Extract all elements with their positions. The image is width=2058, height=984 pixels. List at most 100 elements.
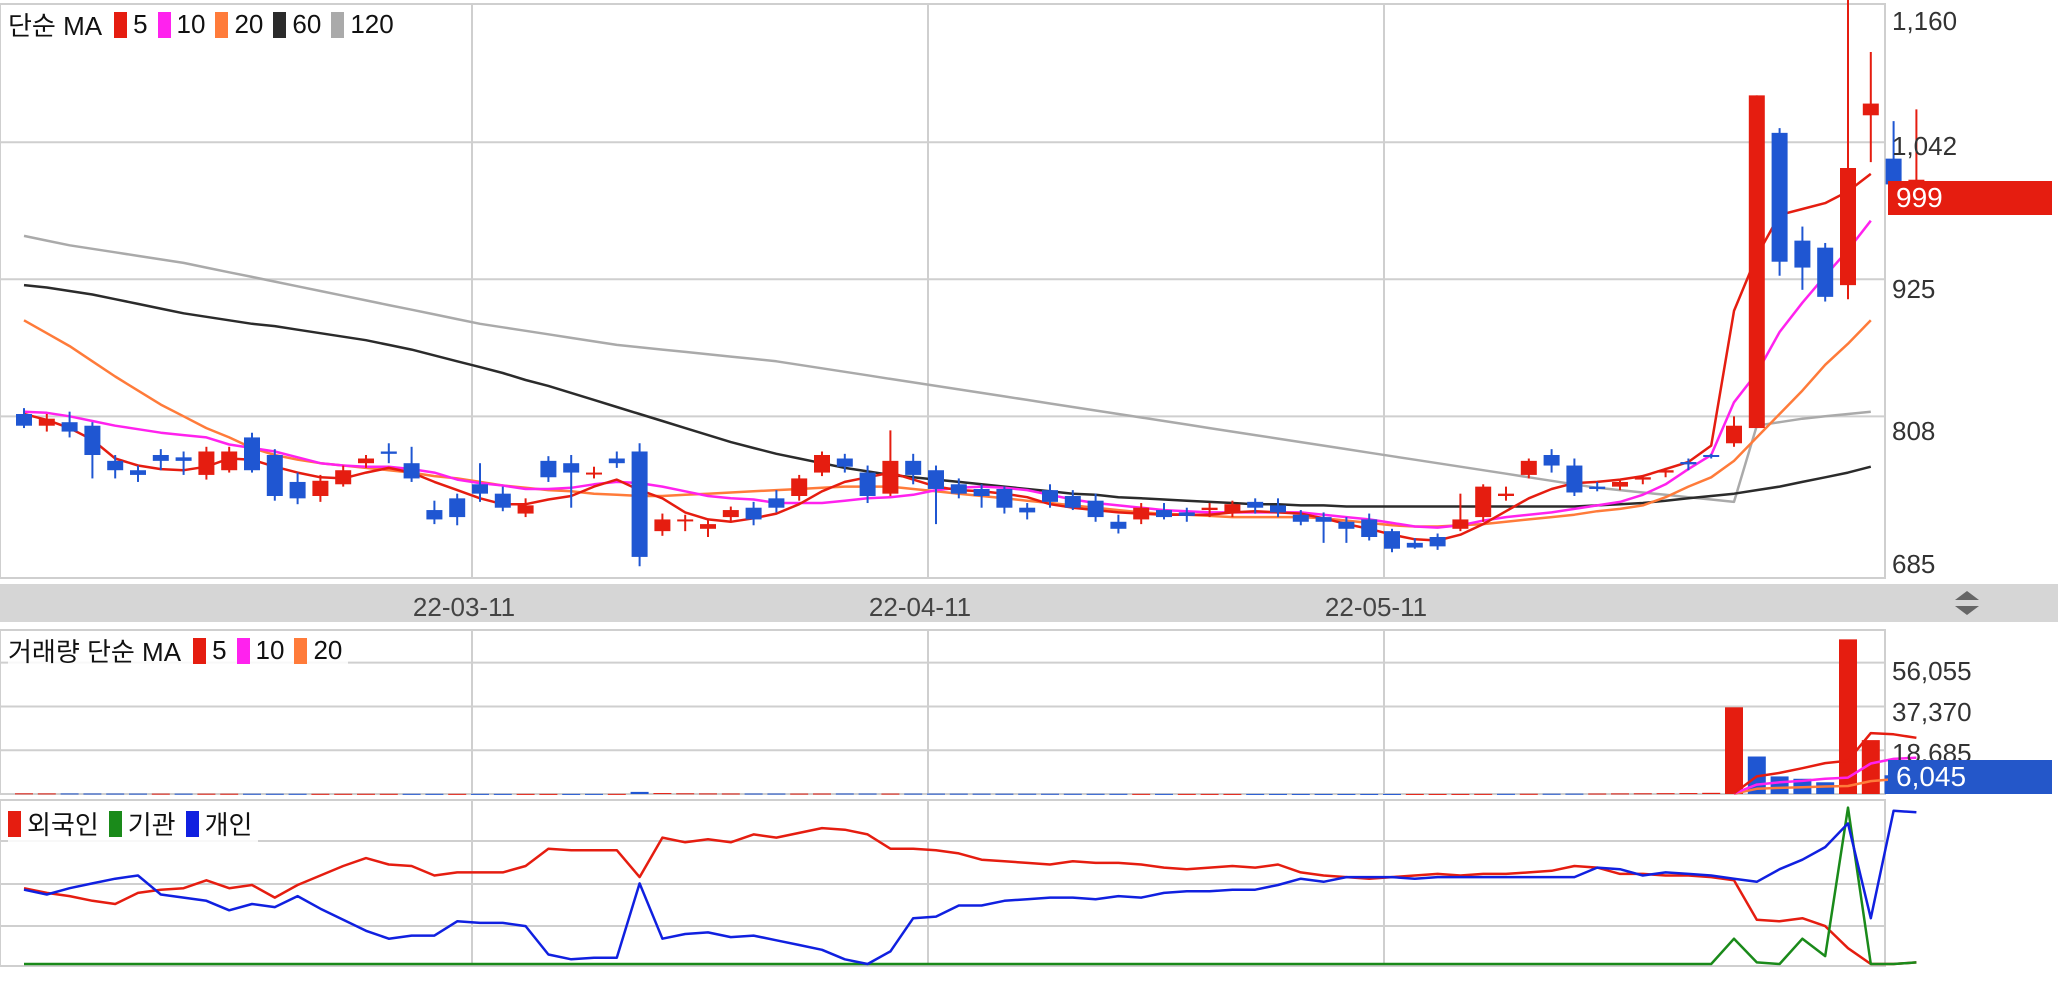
volume-bar [1314,793,1333,795]
candle-down [472,484,488,494]
volume-bar [1086,793,1105,795]
candle-up [814,455,830,473]
volume-bar [174,793,193,795]
candle-down [540,460,557,478]
candle-down [130,470,146,475]
candle-down [1543,455,1560,466]
volume-bar [1770,776,1789,794]
volume-bar [927,793,945,795]
volume-bar [607,793,626,795]
volume-bar [1816,782,1835,794]
candle-up [1748,95,1765,429]
price-axis-label: 925 [1892,274,1936,304]
volume-bar [949,793,968,795]
volume-bar [1246,793,1265,795]
candle-down [768,498,785,508]
foreign-line [23,826,1917,966]
volume-bar [60,793,79,795]
volume-legend-label-ma5: 5 [212,635,227,665]
investor-legend-label-institution: 기관 [127,810,176,840]
candle-down [403,463,420,479]
candle-down [1292,514,1309,522]
volume-bar [1839,639,1857,794]
volume-bar [585,793,603,795]
volume-bar [1063,793,1082,795]
volume-bar [653,793,672,795]
candle-down [973,488,990,496]
volume-bar [448,793,467,795]
volume-bar [37,793,56,795]
date-tick-label: 22-05-11 [1324,592,1428,622]
volume-bar [83,793,102,795]
candle-up [1657,470,1674,473]
candle-down [380,451,397,454]
price-legend: 단순 MA 5 10 20 60 120 [8,6,400,43]
volume-bar [1451,793,1470,795]
investor-legend: 외국인 기관 개인 [8,805,259,842]
volume-axis-label: 56,055 [1892,656,1972,686]
candle-down [1064,496,1081,508]
volume-bar [1565,793,1584,795]
volume-bar [699,793,717,795]
panel-resize-icon[interactable] [1952,588,1982,618]
price-axis-label: 1,042 [1892,131,1958,161]
candle-down [494,493,511,508]
volume-bar [1702,792,1721,794]
candle-up [358,458,374,464]
candle-down [631,451,648,557]
price-legend-swatch-ma5 [114,11,128,38]
volume-bar [630,791,649,794]
current-price-tag: 999 [1888,181,2052,215]
candle-up [38,418,55,426]
candle-down [449,498,466,518]
volume-bar [151,793,170,795]
volume-legend-label-ma10: 10 [255,635,285,665]
volume-bar [813,793,831,795]
price-axis-label: 1,160 [1892,6,1958,36]
volume-bar [334,793,353,795]
candle-up [882,460,899,494]
stock-chart[interactable] [0,0,2058,984]
date-tick-label: 22-04-11 [868,592,972,622]
price-legend-swatch-ma120 [331,11,345,38]
volume-bar [402,793,421,795]
volume-bar [311,793,330,795]
volume-bar [721,793,740,795]
candle-down [1042,490,1058,502]
candle-down [1019,507,1036,513]
candle-down [1178,512,1195,516]
volume-bar [1223,793,1242,795]
investor-legend-label-individual: 개인 [204,810,253,840]
volume-bar [1633,793,1652,795]
candle-up [335,470,352,485]
volume-bar [1155,793,1173,795]
investor-panel[interactable] [23,806,1917,966]
volume-bar [1109,793,1128,795]
candle-down [1817,247,1834,297]
volume-bar [1679,793,1698,795]
price-legend-swatch-ma10 [157,11,171,38]
candle-up [1498,493,1514,496]
candle-down [563,463,580,473]
price-panel[interactable] [16,0,1925,567]
price-legend-label-ma20: 20 [234,9,264,39]
date-axis-bar[interactable] [0,584,2058,622]
candle-down [1156,510,1172,518]
candle-up [1133,507,1150,520]
candle-down [996,488,1013,508]
candle-up [1726,425,1742,444]
volume-legend-label-ma20: 20 [313,635,343,665]
candle-down [61,422,78,432]
volume-legend: 거래량 단순 MA 5 10 20 [8,632,349,669]
candle-down [608,458,625,464]
price-legend-label-ma5: 5 [133,9,148,39]
volume-bar [744,793,763,795]
candle-down [950,484,967,494]
price-axis-label: 685 [1892,549,1936,579]
price-legend-swatch-ma60 [273,11,287,38]
candle-up [677,519,694,522]
candle-down [928,470,944,489]
volume-legend-swatch-ma20 [294,637,308,664]
candle-down [1110,521,1127,529]
volume-bar [1383,793,1401,795]
